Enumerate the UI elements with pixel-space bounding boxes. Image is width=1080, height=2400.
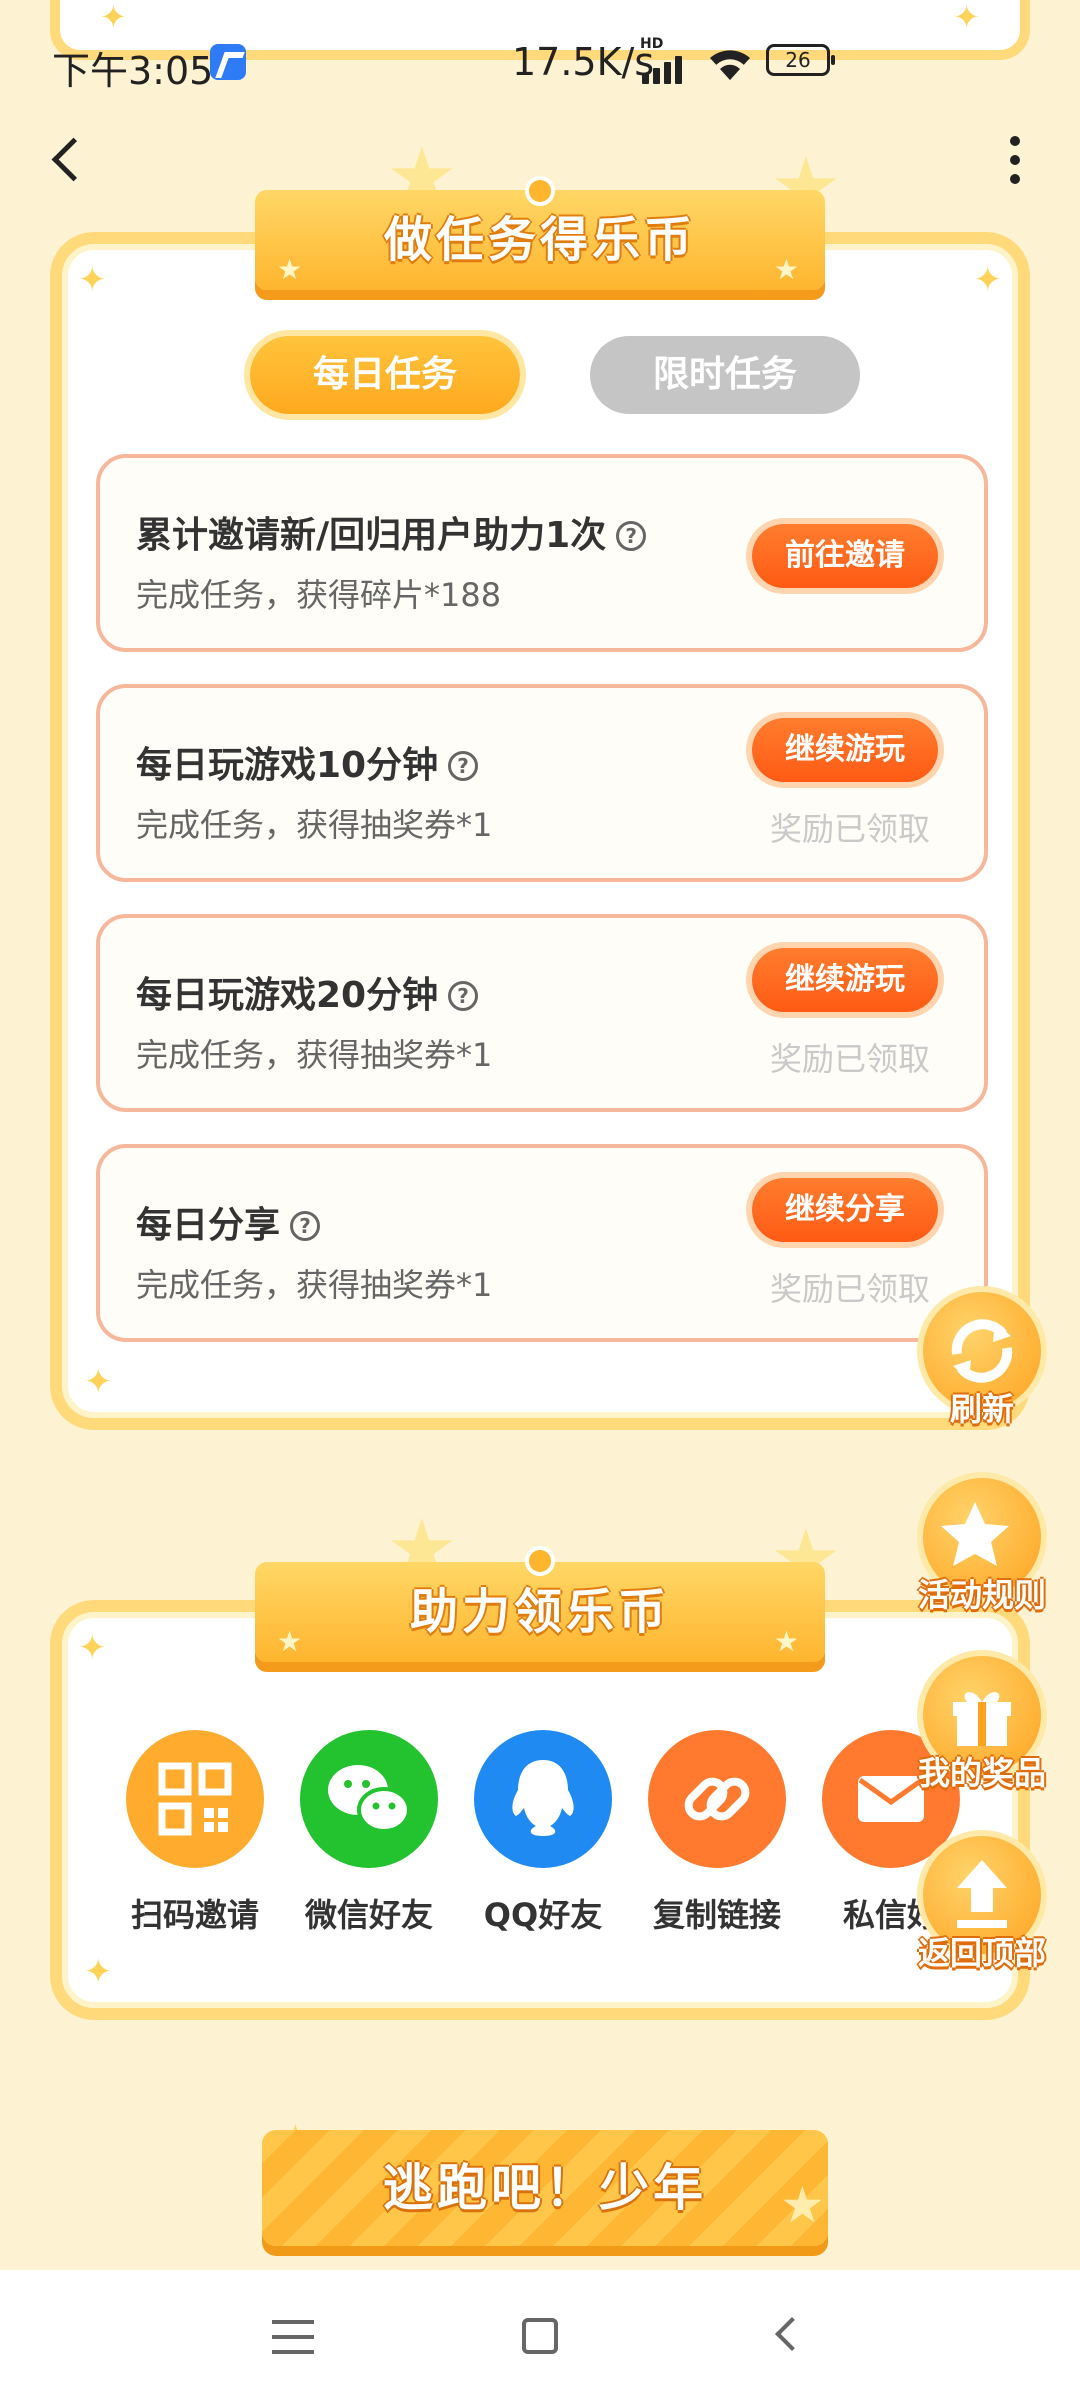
back-to-top-button[interactable]: 返回顶部	[912, 1830, 1052, 1990]
task-desc: 完成任务，获得抽奖券*1	[136, 1266, 493, 1304]
task-title: 每日分享	[136, 1205, 281, 1246]
share-qr-code[interactable]: 扫码邀请	[125, 1730, 265, 1936]
help-section-banner: ★ 助力领乐币 ★	[255, 1562, 825, 1662]
system-navigation-bar	[0, 2270, 1080, 2400]
link-icon	[648, 1730, 786, 1868]
help-icon[interactable]: ?	[448, 751, 479, 781]
help-icon[interactable]: ?	[290, 1211, 321, 1241]
share-copy-link[interactable]: 复制链接	[647, 1730, 787, 1936]
star-decoration-icon: ★	[277, 253, 307, 286]
task-desc: 完成任务，获得抽奖券*1	[136, 1036, 493, 1074]
star-decoration-icon: ★	[780, 2176, 825, 2234]
activity-rules-button[interactable]: 活动规则	[912, 1472, 1052, 1632]
reward-claimed-label: 奖励已领取	[769, 810, 930, 848]
help-section-title: 助力领乐币	[409, 1584, 670, 1640]
continue-play-button[interactable]: 继续游玩	[752, 948, 938, 1012]
task-item: 每日分享? 完成任务，获得抽奖券*1 继续分享 奖励已领取	[96, 1144, 988, 1342]
star-decoration-icon: ★	[277, 1625, 307, 1658]
game-banner[interactable]: 逃跑吧！少年	[262, 2130, 828, 2246]
star-decoration-icon: ✦	[78, 1628, 107, 1668]
star-decoration-icon: ✦	[84, 1952, 113, 1992]
star-decoration-icon: ★	[773, 253, 803, 286]
share-qq[interactable]: QQ好友	[473, 1730, 613, 1936]
qq-icon	[474, 1730, 612, 1868]
tab-limited-tasks[interactable]: 限时任务	[590, 336, 860, 414]
status-time: 下午3:05	[52, 49, 214, 93]
my-prizes-button[interactable]: 我的奖品	[912, 1650, 1052, 1810]
share-label: 复制链接	[652, 1896, 781, 1934]
reward-claimed-label: 奖励已领取	[769, 1270, 930, 1308]
share-label: 扫码邀请	[130, 1896, 259, 1934]
continue-share-button[interactable]: 继续分享	[752, 1178, 938, 1242]
task-title: 每日玩游戏10分钟	[136, 745, 439, 786]
task-section-title: 做任务得乐币	[383, 212, 696, 268]
star-decoration-icon: ✦	[78, 260, 107, 300]
qr-code-icon	[126, 1730, 264, 1868]
network-speed: 17.5K/s	[512, 40, 655, 84]
activity-rules-label: 活动规则	[917, 1576, 1046, 1614]
continue-play-button[interactable]: 继续游玩	[752, 718, 938, 782]
banner-knob	[525, 1546, 555, 1576]
back-button[interactable]	[40, 130, 100, 190]
task-title: 每日玩游戏20分钟	[136, 975, 439, 1016]
star-decoration-icon: ✦	[84, 1362, 113, 1402]
tab-daily-tasks[interactable]: 每日任务	[250, 336, 520, 414]
task-desc: 完成任务，获得碎片*188	[136, 576, 502, 614]
signal-icon	[642, 50, 692, 84]
menu-icon[interactable]	[272, 2320, 314, 2354]
go-invite-button[interactable]: 前往邀请	[752, 524, 938, 588]
status-bar: 下午3:05 17.5K/s HD 26	[0, 36, 1080, 93]
star-decoration-icon: ✦	[953, 0, 980, 36]
task-item: 每日玩游戏20分钟? 完成任务，获得抽奖券*1 继续游玩 奖励已领取	[96, 914, 988, 1112]
task-item: 累计邀请新/回归用户助力1次? 完成任务，获得碎片*188 前往邀请	[96, 454, 988, 652]
task-title: 累计邀请新/回归用户助力1次	[136, 515, 607, 556]
battery-icon: 26	[766, 44, 835, 76]
share-label: 微信好友	[304, 1896, 433, 1934]
banner-knob	[525, 176, 555, 206]
help-icon[interactable]: ?	[616, 521, 647, 551]
refresh-button[interactable]: 刷新	[912, 1286, 1052, 1446]
share-label: QQ好友	[483, 1896, 603, 1934]
star-decoration-icon: ✦	[973, 260, 1003, 300]
star-decoration-icon: ✦	[100, 0, 127, 36]
refresh-label: 刷新	[949, 1390, 1014, 1428]
task-item: 每日玩游戏10分钟? 完成任务，获得抽奖券*1 继续游玩 奖励已领取	[96, 684, 988, 882]
app-notification-icon	[210, 44, 246, 80]
reward-claimed-label: 奖励已领取	[769, 1040, 930, 1078]
home-icon[interactable]	[522, 2318, 558, 2354]
star-decoration-icon: ★	[773, 1625, 803, 1658]
more-options-icon[interactable]	[990, 130, 1040, 190]
system-back-icon[interactable]	[775, 2317, 809, 2351]
my-prizes-label: 我的奖品	[917, 1754, 1046, 1792]
task-desc: 完成任务，获得抽奖券*1	[136, 806, 493, 844]
help-icon[interactable]: ?	[448, 981, 479, 1011]
back-to-top-label: 返回顶部	[917, 1934, 1046, 1972]
wifi-icon	[710, 50, 750, 80]
share-wechat[interactable]: 微信好友	[299, 1730, 439, 1936]
wechat-icon	[300, 1730, 438, 1868]
